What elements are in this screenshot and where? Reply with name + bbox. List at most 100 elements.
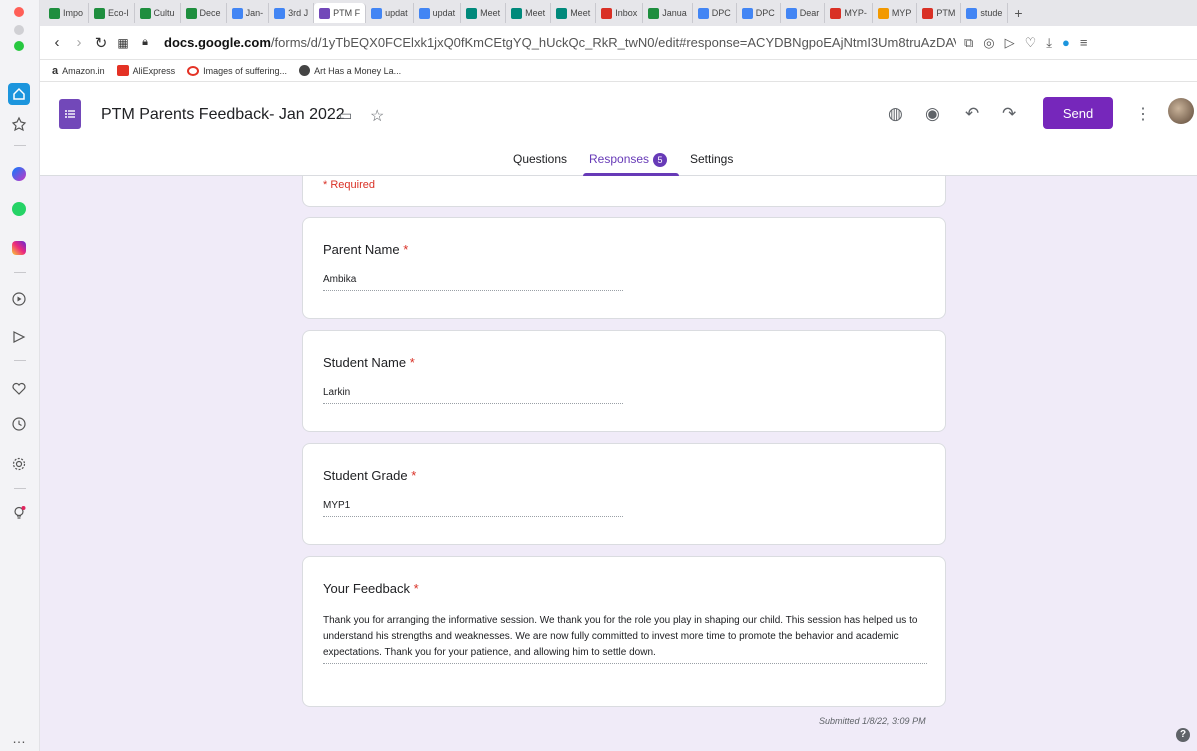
browser-tab-label: DPC bbox=[711, 8, 731, 18]
browser-tab[interactable]: updat bbox=[366, 3, 414, 23]
answer-student-name: Larkin bbox=[323, 387, 623, 404]
download-icon[interactable]: ⤓ bbox=[1046, 35, 1052, 51]
browser-tab-label: MYP bbox=[891, 8, 912, 18]
avatar[interactable] bbox=[1168, 98, 1194, 124]
bookmark-aliexpress[interactable]: AliExpress bbox=[116, 65, 175, 76]
more-options-icon[interactable]: ⋮ bbox=[1135, 104, 1151, 124]
address-bar: ‹ › ↻ ▦ 🔒︎ docs.google.com/forms/d/1yTbE… bbox=[40, 26, 1197, 60]
maximize-window-icon[interactable] bbox=[8, 35, 30, 57]
redo-icon[interactable]: ↷ bbox=[1002, 104, 1016, 124]
sidebar-divider bbox=[14, 272, 26, 273]
easy-setup-icon[interactable]: ≡ bbox=[1080, 35, 1088, 51]
help-icon[interactable]: ? bbox=[1176, 728, 1190, 742]
browser-tab[interactable]: Meet bbox=[461, 3, 507, 23]
browser-tab[interactable]: Cultu bbox=[135, 3, 181, 23]
bookmarks-bar: a Amazon.in AliExpress Images of sufferin… bbox=[40, 60, 1197, 82]
browser-tab[interactable]: DPC bbox=[693, 3, 737, 23]
tab-responses[interactable]: Responses 5 bbox=[589, 152, 668, 167]
send-flow-icon[interactable] bbox=[8, 326, 30, 348]
browser-tab[interactable]: stude bbox=[961, 3, 1009, 23]
tab-favicon-icon bbox=[877, 7, 889, 19]
browser-tab[interactable]: 3rd J bbox=[269, 3, 315, 23]
vpn-icon[interactable]: ● bbox=[1062, 35, 1070, 51]
lightbulb-icon[interactable] bbox=[8, 502, 30, 524]
back-icon[interactable]: ‹ bbox=[46, 34, 68, 51]
browser-tab[interactable]: Meet bbox=[551, 3, 597, 23]
forms-logo-icon[interactable] bbox=[59, 99, 81, 129]
pinboard-icon[interactable] bbox=[8, 113, 30, 135]
browser-tab-label: PTM bbox=[936, 8, 956, 18]
bookmark-art[interactable]: Art Has a Money La... bbox=[299, 65, 401, 76]
tab-favicon-icon bbox=[697, 7, 709, 19]
browser-tab[interactable]: PTM bbox=[917, 3, 962, 23]
browser-tab-label: Dear bbox=[799, 8, 820, 18]
forward-icon[interactable]: › bbox=[68, 34, 90, 51]
url-field[interactable]: docs.google.com/forms/d/1yTbEQX0FCElxk1j… bbox=[164, 35, 956, 50]
heart-icon[interactable] bbox=[8, 378, 30, 400]
tab-favicon-icon bbox=[741, 7, 753, 19]
tab-favicon-icon bbox=[231, 7, 243, 19]
browser-tab[interactable]: MYP bbox=[873, 3, 918, 23]
browser-tab[interactable]: updat bbox=[414, 3, 462, 23]
question-text: Your Feedback bbox=[323, 581, 410, 596]
browser-tab[interactable]: Eco-l bbox=[89, 3, 135, 23]
home-icon[interactable] bbox=[8, 83, 30, 105]
url-path: /forms/d/1yTbEQX0FCElxk1jxQ0fKmCEtgYQ_hU… bbox=[270, 35, 956, 50]
browser-tab[interactable]: Meet bbox=[506, 3, 552, 23]
preview-eye-icon[interactable]: ◉ bbox=[925, 104, 940, 124]
tab-favicon-icon bbox=[185, 7, 197, 19]
browser-tab[interactable]: PTM F bbox=[314, 3, 367, 23]
settings-icon[interactable] bbox=[8, 453, 30, 475]
bookmark-label: Art Has a Money La... bbox=[314, 65, 402, 76]
instagram-icon[interactable] bbox=[8, 237, 30, 259]
new-tab-icon[interactable]: + bbox=[1008, 5, 1028, 21]
browser-tab[interactable]: Janua bbox=[643, 3, 693, 23]
required-note: * Required bbox=[323, 179, 375, 191]
browser-tab[interactable]: Dece bbox=[181, 3, 227, 23]
palette-icon[interactable]: ◍ bbox=[888, 104, 903, 124]
browser-tab-label: Dece bbox=[199, 8, 221, 18]
browser-tab[interactable]: MYP- bbox=[825, 3, 873, 23]
question-text: Student Name bbox=[323, 355, 407, 370]
browser-tab-label: Inbox bbox=[615, 8, 638, 18]
sidebar-divider bbox=[14, 360, 26, 361]
browser-tab-label: 3rd J bbox=[288, 8, 309, 18]
whatsapp-icon[interactable] bbox=[8, 198, 30, 220]
more-icon[interactable]: … bbox=[8, 727, 30, 749]
tab-favicon-icon bbox=[466, 7, 478, 19]
send-tab-icon[interactable]: ▷ bbox=[1005, 35, 1015, 51]
share-icon[interactable]: ⧉ bbox=[964, 35, 973, 51]
bookmark-amazon[interactable]: a Amazon.in bbox=[52, 65, 105, 77]
folder-icon[interactable]: ▭ bbox=[339, 107, 352, 124]
browser-tab[interactable]: Impo bbox=[44, 3, 90, 23]
tab-favicon-icon bbox=[830, 7, 842, 19]
opera-icon bbox=[187, 65, 200, 76]
tab-favicon-icon bbox=[319, 7, 331, 19]
form-title[interactable]: PTM Parents Feedback- Jan 2022 bbox=[101, 106, 345, 124]
browser-tab[interactable]: Jan- bbox=[227, 3, 270, 23]
browser-tab[interactable]: Dear bbox=[781, 3, 826, 23]
browser-tab-label: Eco-l bbox=[108, 8, 129, 18]
star-icon[interactable]: ☆ bbox=[370, 106, 384, 126]
tab-settings[interactable]: Settings bbox=[690, 152, 733, 166]
send-button[interactable]: Send bbox=[1043, 97, 1113, 129]
browser-tab[interactable]: Inbox bbox=[596, 3, 644, 23]
tab-favicon-icon bbox=[139, 7, 151, 19]
undo-icon[interactable]: ↶ bbox=[965, 104, 979, 124]
history-icon[interactable] bbox=[8, 413, 30, 435]
reload-icon[interactable]: ↻ bbox=[90, 34, 112, 52]
bookmark-label: Amazon.in bbox=[62, 65, 105, 76]
tab-favicon-icon bbox=[274, 7, 286, 19]
bookmark-heart-icon[interactable]: ♡ bbox=[1025, 35, 1037, 51]
answer-parent-name: Ambika bbox=[323, 274, 623, 291]
bookmark-images[interactable]: Images of suffering... bbox=[187, 65, 287, 76]
tab-questions[interactable]: Questions bbox=[513, 152, 567, 166]
grid-icon[interactable]: ▦ bbox=[112, 36, 134, 50]
camera-icon[interactable]: ◎ bbox=[983, 35, 994, 51]
question-card: Parent Name * Ambika bbox=[302, 217, 946, 319]
site-icon bbox=[299, 65, 311, 76]
messenger-icon[interactable] bbox=[8, 163, 30, 185]
player-icon[interactable] bbox=[8, 288, 30, 310]
browser-tab[interactable]: DPC bbox=[737, 3, 781, 23]
answer-feedback: Thank you for arranging the informative … bbox=[323, 613, 927, 664]
